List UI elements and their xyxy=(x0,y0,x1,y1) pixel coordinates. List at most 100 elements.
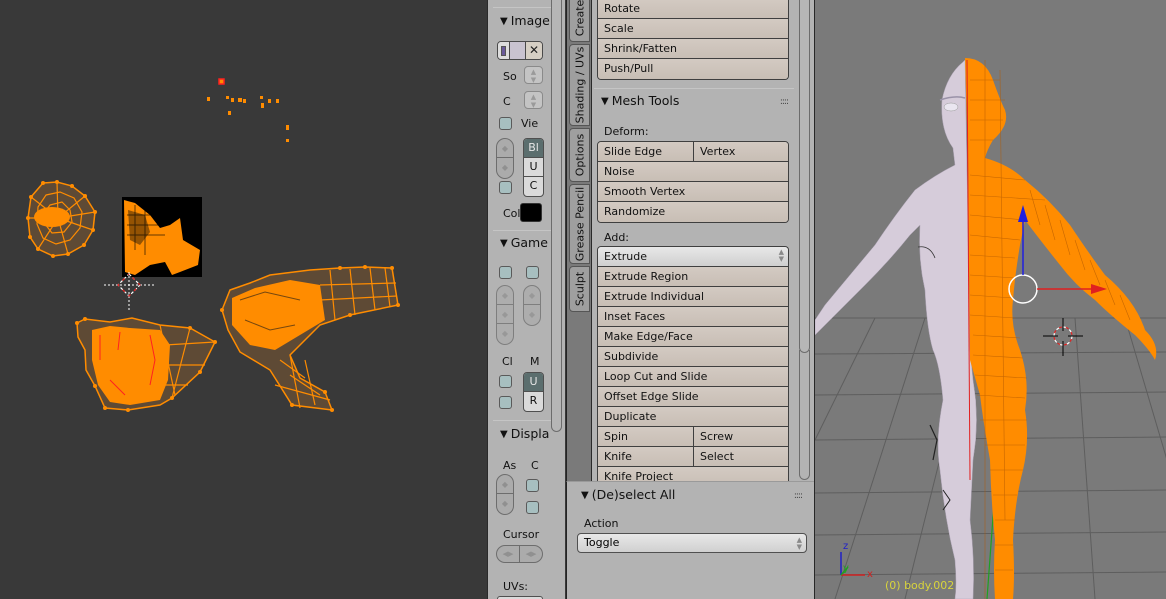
panel-divider xyxy=(493,230,553,231)
image-panel-header[interactable]: ▼ Image xyxy=(500,13,550,28)
clamp-y-checkbox[interactable] xyxy=(499,396,512,409)
slide-edge-button[interactable]: Slide Edge xyxy=(598,142,693,161)
stepper-icon[interactable]: ◆ xyxy=(524,286,540,305)
shrink-fatten-button[interactable]: Shrink/Fatten xyxy=(598,39,788,59)
stepper-icon[interactable]: ◆ xyxy=(497,305,513,324)
subdivide-button[interactable]: Subdivide xyxy=(598,347,788,367)
collapse-triangle-icon: ▼ xyxy=(500,16,508,27)
tab-create[interactable]: Create xyxy=(569,0,590,42)
stepper-icon[interactable]: ◆ xyxy=(497,475,513,494)
shelf-scrollbar[interactable] xyxy=(551,0,562,432)
cursor-location-field[interactable]: ◀▶ ◀▶ xyxy=(496,545,543,563)
mesh-tools-header[interactable]: ▼ Mesh Tools xyxy=(601,93,679,108)
drag-handle-icon[interactable]: :::: xyxy=(794,491,803,501)
spin-row: Spin Screw xyxy=(598,427,788,447)
updown-arrows-icon: ▲ ▼ xyxy=(796,536,802,551)
extrude-region-button[interactable]: Extrude Region xyxy=(598,267,788,287)
spin-button[interactable]: Spin xyxy=(598,427,693,446)
stepper-up-icon[interactable]: ◆ xyxy=(497,139,513,158)
display-checkbox-2[interactable] xyxy=(526,501,539,514)
deselect-all-header[interactable]: ▼ (De)select All xyxy=(581,487,675,502)
color-label: Col xyxy=(503,207,521,220)
screw-button[interactable]: Screw xyxy=(693,427,788,446)
uvs-label: UVs: xyxy=(503,580,529,593)
game-panel-header[interactable]: ▼ Game xyxy=(500,235,548,250)
uv-editor[interactable] xyxy=(0,0,487,599)
cursor-y-field[interactable]: ◀▶ xyxy=(520,546,542,562)
image-browse-icon[interactable] xyxy=(498,42,510,59)
unlink-image-icon[interactable]: ✕ xyxy=(526,42,542,59)
game-checkbox-2[interactable] xyxy=(526,266,539,279)
scale-button[interactable]: Scale xyxy=(598,19,788,39)
knife-button[interactable]: Knife xyxy=(598,447,693,466)
tab-shading-uvs[interactable]: Shading / UVs xyxy=(569,44,590,126)
cursor-x-field[interactable]: ◀▶ xyxy=(497,546,520,562)
color-swatch[interactable] xyxy=(520,203,542,222)
character-mesh-wireframe xyxy=(965,58,1157,599)
collapse-triangle-icon: ▼ xyxy=(500,238,508,249)
display-panel-header[interactable]: ▼ Displa xyxy=(500,426,549,441)
loop-cut-slide-button[interactable]: Loop Cut and Slide xyxy=(598,367,788,387)
extrude-dropdown[interactable]: Extrude ▲ ▼ xyxy=(598,247,788,267)
extrude-individual-button[interactable]: Extrude Individual xyxy=(598,287,788,307)
tab-options[interactable]: Options xyxy=(569,128,590,182)
stepper-icon[interactable]: ◆ xyxy=(497,286,513,305)
mapping-option[interactable]: U xyxy=(524,373,543,392)
randomize-button[interactable]: Randomize xyxy=(598,202,788,222)
stepper-icon[interactable]: ◆ xyxy=(524,305,540,324)
stepper-icon[interactable]: ◆ xyxy=(497,494,513,513)
mapping-label: M xyxy=(530,355,540,368)
3d-viewport[interactable]: z y x (0) body.002 xyxy=(814,0,1166,599)
image-position-stepper[interactable]: ◆ ◆ xyxy=(496,138,514,179)
view-checkbox[interactable] xyxy=(499,117,512,130)
offset-edge-slide-button[interactable]: Offset Edge Slide xyxy=(598,387,788,407)
blend-option[interactable]: U xyxy=(524,158,543,177)
stepper-icon[interactable]: ◆ xyxy=(497,324,513,343)
image-option-checkbox[interactable] xyxy=(499,181,512,194)
blend-mode-selector[interactable]: Bl U C xyxy=(523,138,544,197)
mapping-selector[interactable]: U R xyxy=(523,372,544,412)
smooth-vertex-button[interactable]: Smooth Vertex xyxy=(598,182,788,202)
image-browse-buttons[interactable]: ✕ xyxy=(497,41,543,60)
blend-option[interactable]: Bl xyxy=(524,139,543,158)
source-spinner[interactable]: ▲ ▼ xyxy=(524,66,543,84)
mapping-option[interactable]: R xyxy=(524,392,543,411)
inset-faces-button[interactable]: Inset Faces xyxy=(598,307,788,327)
tool-shelf-scrollbar[interactable] xyxy=(799,0,810,353)
panel-divider xyxy=(493,420,553,421)
collapse-triangle-icon: ▼ xyxy=(601,96,609,107)
tab-sculpt[interactable]: Sculpt xyxy=(569,266,590,312)
scrollbar-track[interactable] xyxy=(799,350,810,480)
drag-handle-icon[interactable]: :::: xyxy=(780,97,789,107)
stepper-down-icon[interactable]: ◆ xyxy=(497,158,513,177)
make-edge-face-button[interactable]: Make Edge/Face xyxy=(598,327,788,347)
slide-vertex-button[interactable]: Vertex xyxy=(693,142,788,161)
image-name-field[interactable] xyxy=(510,42,526,59)
action-dropdown[interactable]: Toggle ▲ ▼ xyxy=(577,533,807,553)
knife-select-button[interactable]: Select xyxy=(693,447,788,466)
uv-canvas[interactable] xyxy=(0,0,487,599)
game-checkbox-1[interactable] xyxy=(499,266,512,279)
viewport-canvas[interactable]: z y x xyxy=(815,0,1166,599)
action-label: Action xyxy=(584,517,619,530)
tab-grease-pencil[interactable]: Grease Pencil xyxy=(569,184,590,264)
display-checkbox-1[interactable] xyxy=(526,479,539,492)
push-pull-button[interactable]: Push/Pull xyxy=(598,59,788,79)
last-operator-panel: ▼ (De)select All :::: Action Toggle ▲ ▼ xyxy=(566,481,814,599)
collapse-triangle-icon: ▼ xyxy=(500,429,508,440)
noise-button[interactable]: Noise xyxy=(598,162,788,182)
tiles-stepper[interactable]: ◆ ◆ ◆ xyxy=(496,285,514,345)
c-spinner[interactable]: ▲ ▼ xyxy=(524,91,543,109)
aspect-stepper[interactable]: ◆ ◆ xyxy=(496,474,514,515)
c-label: C xyxy=(503,95,511,108)
add-label: Add: xyxy=(604,231,630,244)
source-label: So xyxy=(503,70,517,83)
uv-2d-cursor[interactable] xyxy=(104,272,154,310)
loose-uv-vertices xyxy=(207,78,289,142)
duplicate-button[interactable]: Duplicate xyxy=(598,407,788,427)
image-properties-shelf: ▼ Image ✕ So ▲ ▼ C ▲ ▼ Vie ◆ ◆ Bl U C Col ▼… xyxy=(487,0,565,599)
animation-stepper[interactable]: ◆ ◆ xyxy=(523,285,541,326)
rotate-button[interactable]: Rotate xyxy=(598,0,788,19)
blend-option[interactable]: C xyxy=(524,177,543,196)
clamp-x-checkbox[interactable] xyxy=(499,375,512,388)
